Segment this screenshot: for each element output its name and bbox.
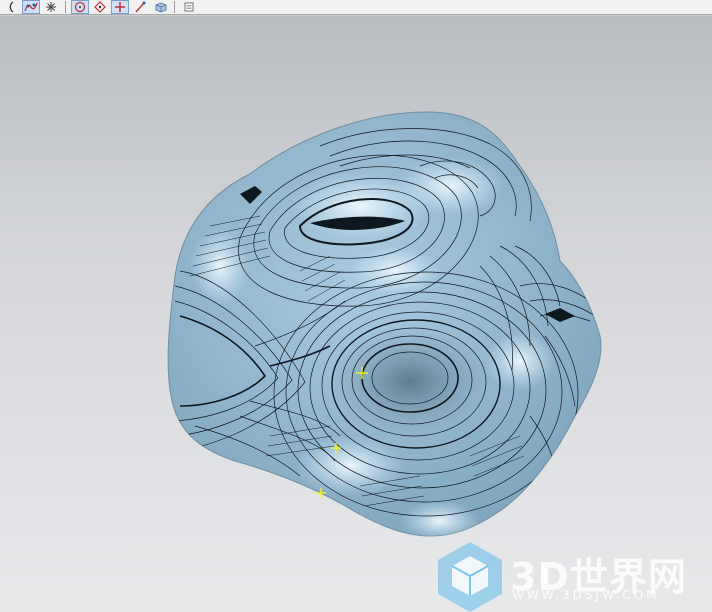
- surface-render: [167, 111, 602, 541]
- watermark: 3D世界网 WWW.3DSJW.COM: [430, 536, 710, 612]
- circle-tool-icon[interactable]: [71, 0, 89, 14]
- asterisk-tool-icon[interactable]: [42, 0, 60, 14]
- arc-tool-icon[interactable]: [2, 0, 20, 14]
- spline-tool-icon[interactable]: [22, 0, 40, 14]
- sculpted-surface[interactable]: [167, 111, 602, 541]
- toolbar-separator: [65, 1, 66, 13]
- view-cube-icon[interactable]: [151, 0, 169, 14]
- toolbar-separator: [174, 1, 175, 13]
- crosshair-tool-icon[interactable]: [111, 0, 129, 14]
- point-set-icon[interactable]: [91, 0, 109, 14]
- watermark-cube-logo-icon: [438, 542, 502, 612]
- line-pick-icon[interactable]: [131, 0, 149, 14]
- 3d-viewport[interactable]: 3D世界网 WWW.3DSJW.COM: [0, 16, 712, 612]
- toolbar: [0, 0, 712, 15]
- watermark-url: WWW.3DSJW.COM: [512, 588, 660, 602]
- layer-icon[interactable]: [180, 0, 198, 14]
